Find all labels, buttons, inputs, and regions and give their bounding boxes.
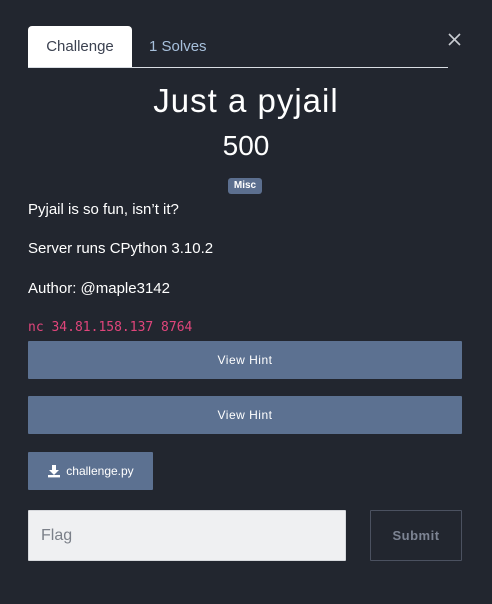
- close-icon[interactable]: [446, 31, 464, 49]
- description-line: Author: @maple3142: [28, 280, 170, 297]
- file-name: challenge.py: [66, 464, 134, 478]
- description-line: Server runs CPython 3.10.2: [28, 240, 214, 257]
- category-badge: Misc: [228, 178, 262, 194]
- description-line: Pyjail is so fun, isn’t it?: [28, 201, 179, 218]
- view-hint-button[interactable]: View Hint: [28, 341, 462, 379]
- challenge-title: Just a pyjail: [153, 82, 339, 119]
- flag-input[interactable]: [28, 510, 346, 561]
- tab-challenge[interactable]: Challenge: [28, 26, 132, 67]
- connection-command: nc 34.81.158.137 8764: [28, 320, 193, 335]
- download-file-button[interactable]: challenge.py: [28, 452, 153, 490]
- challenge-modal: Challenge 1 Solves Just a pyjail 500 Mis…: [0, 0, 492, 604]
- view-hint-button[interactable]: View Hint: [28, 396, 462, 434]
- challenge-points: 500: [222, 130, 270, 161]
- tab-solves[interactable]: 1 Solves: [149, 26, 207, 67]
- submit-button[interactable]: Submit: [370, 510, 462, 561]
- tab-bar: Challenge 1 Solves: [28, 26, 448, 68]
- download-icon: [47, 464, 61, 478]
